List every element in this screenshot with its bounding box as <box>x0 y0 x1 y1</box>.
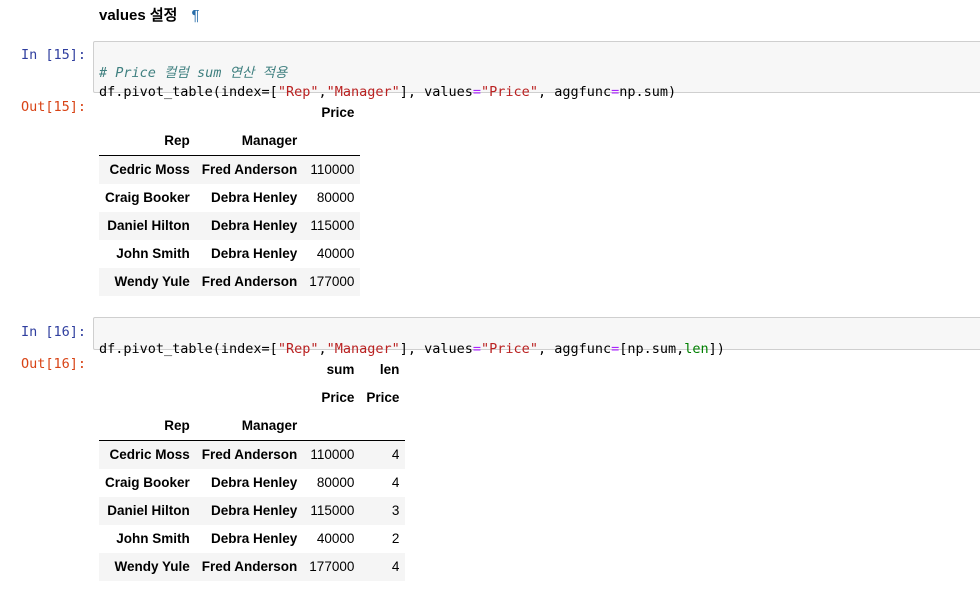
row-index-rep: John Smith <box>116 531 190 546</box>
row-index-rep: Wendy Yule <box>114 559 190 574</box>
cell-value-len: 2 <box>391 531 400 546</box>
cell-value-len: 4 <box>391 559 400 574</box>
dataframe-output-16: sum len Price Price Rep Manager Cedric M… <box>99 356 406 581</box>
table-row: Craig Booker Debra Henley 80000 4 <box>99 469 405 497</box>
code-line: df.pivot_table(index=["Rep","Manager"], … <box>99 341 725 357</box>
column-header: Price <box>321 105 355 120</box>
dataframe-output-15: Price Rep Manager Cedric Moss Fred Ander… <box>99 99 361 296</box>
cell-value: 110000 <box>310 162 355 177</box>
column-header-level0: len <box>379 362 400 377</box>
table-row: John Smith Debra Henley 40000 <box>99 240 360 268</box>
cell-value: 115000 <box>310 218 355 233</box>
row-index-manager: Debra Henley <box>211 503 298 518</box>
input-prompt-15: In [15]: <box>20 47 86 63</box>
code-cell-16[interactable]: df.pivot_table(index=["Rep","Manager"], … <box>93 317 980 357</box>
row-index-manager: Debra Henley <box>211 190 298 205</box>
cell-value-len: 4 <box>391 447 400 462</box>
row-index-rep: Daniel Hilton <box>107 503 190 518</box>
table-row: Cedric Moss Fred Anderson 110000 4 <box>99 440 406 469</box>
table-row: Craig Booker Debra Henley 80000 <box>99 184 360 212</box>
row-index-rep: Cedric Moss <box>109 162 190 177</box>
table-row: Daniel Hilton Debra Henley 115000 <box>99 212 361 240</box>
column-header-level1: Price <box>321 390 355 405</box>
cell-value-sum: 40000 <box>316 531 355 546</box>
table-row: Wendy Yule Fred Anderson 177000 <box>99 268 361 296</box>
table-row: Daniel Hilton Debra Henley 115000 3 <box>99 497 406 525</box>
row-index-manager: Fred Anderson <box>201 162 298 177</box>
table-row: John Smith Debra Henley 40000 2 <box>99 525 405 553</box>
row-index-rep: John Smith <box>116 246 190 261</box>
row-index-rep: Daniel Hilton <box>107 218 190 233</box>
index-name: Rep <box>99 412 196 441</box>
input-prompt-16: In [16]: <box>20 324 86 340</box>
code-line: df.pivot_table(index=["Rep","Manager"], … <box>99 84 677 100</box>
row-index-rep: Craig Booker <box>105 190 190 205</box>
index-name: Manager <box>195 127 304 156</box>
cell-value: 177000 <box>309 274 355 289</box>
column-header-level1: Price <box>366 390 400 405</box>
anchor-link-icon[interactable]: ¶ <box>191 7 199 24</box>
row-index-manager: Debra Henley <box>211 531 298 546</box>
cell-value-len: 4 <box>391 475 400 490</box>
cell-value-sum: 177000 <box>309 559 355 574</box>
column-header-level0: sum <box>326 362 355 377</box>
cell-value-sum: 80000 <box>316 475 355 490</box>
row-index-manager: Fred Anderson <box>201 559 298 574</box>
markdown-heading: values 설정 ¶ <box>99 4 200 25</box>
cell-value-sum: 115000 <box>310 503 355 518</box>
cell-value-sum: 110000 <box>310 447 355 462</box>
index-name: Manager <box>195 412 304 441</box>
heading-text: values 설정 <box>99 7 178 24</box>
row-index-manager: Debra Henley <box>211 475 298 490</box>
code-comment: # Price 컬럼 sum 연산 적용 <box>99 65 288 81</box>
index-name: Rep <box>99 127 196 156</box>
row-index-rep: Cedric Moss <box>109 447 190 462</box>
code-cell-15[interactable]: # Price 컬럼 sum 연산 적용 df.pivot_table(inde… <box>93 41 980 100</box>
row-index-rep: Wendy Yule <box>114 274 190 289</box>
row-index-manager: Fred Anderson <box>201 447 298 462</box>
row-index-manager: Debra Henley <box>211 246 298 261</box>
row-index-rep: Craig Booker <box>105 475 190 490</box>
cell-value-len: 3 <box>391 503 400 518</box>
cell-value: 80000 <box>316 190 355 205</box>
output-prompt-15: Out[15]: <box>20 99 86 115</box>
table-row: Cedric Moss Fred Anderson 110000 <box>99 155 361 184</box>
output-prompt-16: Out[16]: <box>20 356 86 372</box>
row-index-manager: Fred Anderson <box>201 274 298 289</box>
cell-value: 40000 <box>316 246 355 261</box>
table-row: Wendy Yule Fred Anderson 177000 4 <box>99 553 406 581</box>
row-index-manager: Debra Henley <box>211 218 298 233</box>
